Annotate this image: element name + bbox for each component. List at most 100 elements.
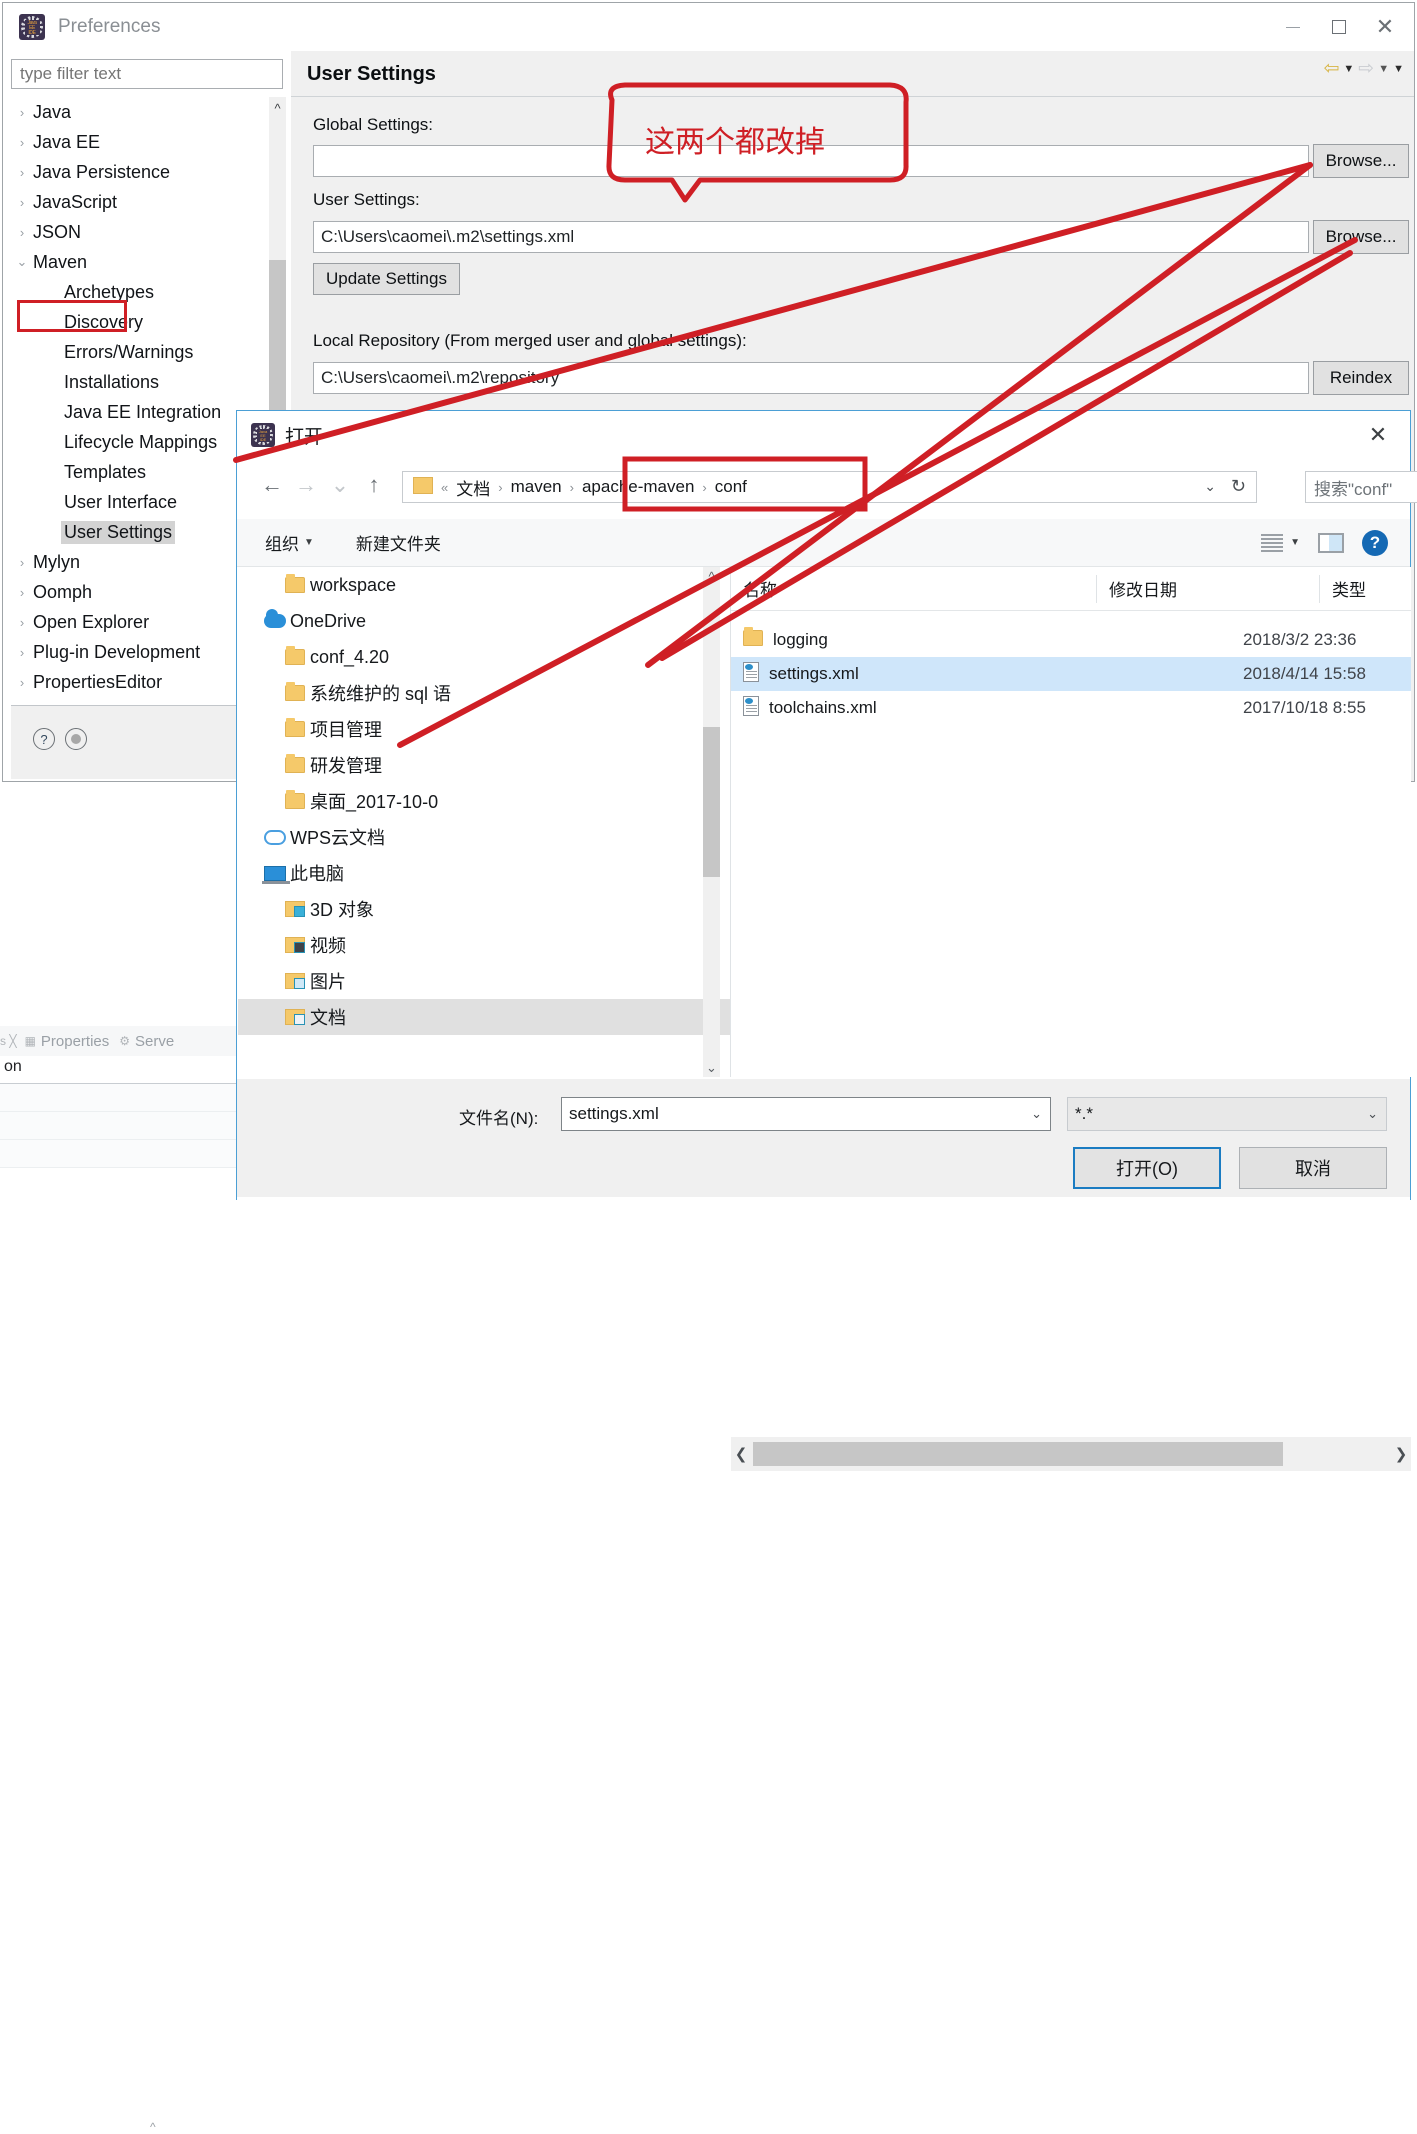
- file-name-cell[interactable]: logging: [743, 630, 828, 651]
- nav-item-onedrive[interactable]: OneDrive: [238, 603, 731, 639]
- nav-item-pictures[interactable]: 图片: [238, 963, 731, 999]
- help-icon[interactable]: ?: [1362, 530, 1388, 556]
- tab-servers[interactable]: ⚙ Serve: [117, 1033, 176, 1050]
- user-settings-input[interactable]: [313, 221, 1309, 253]
- table-row[interactable]: logging 2018/3/2 23:36 文件夹: [731, 623, 1411, 657]
- nav-item-videos[interactable]: 视频: [238, 927, 731, 963]
- window-controls[interactable]: ✕: [1270, 8, 1408, 46]
- breadcrumb-item-documents[interactable]: 文档: [450, 473, 496, 502]
- tree-item-discovery[interactable]: Discovery: [11, 307, 283, 337]
- column-header-modified[interactable]: 修改日期: [1097, 567, 1319, 610]
- tree-item-java-persistence[interactable]: ›Java Persistence: [11, 157, 283, 187]
- table-row[interactable]: settings.xml 2018/4/14 15:58 XML 文档: [731, 657, 1411, 691]
- reindex-button[interactable]: Reindex: [1313, 361, 1409, 395]
- scroll-left-icon[interactable]: ❮: [731, 1437, 751, 1471]
- back-dropdown-icon[interactable]: ▼: [1343, 63, 1354, 75]
- tree-item-java[interactable]: ›Java: [11, 97, 283, 127]
- local-repository-input[interactable]: [313, 362, 1309, 394]
- update-settings-button[interactable]: Update Settings: [313, 263, 460, 295]
- help-button[interactable]: ?: [33, 728, 55, 750]
- back-arrow-icon[interactable]: ⇦: [1323, 59, 1339, 78]
- breadcrumb-item-maven[interactable]: maven: [505, 475, 568, 499]
- close-button[interactable]: ✕: [1362, 8, 1408, 46]
- tree-item-errors-warnings[interactable]: Errors/Warnings: [11, 337, 283, 367]
- chevron-down-icon[interactable]: ⌄: [1367, 1106, 1378, 1122]
- refresh-icon[interactable]: ↻: [1231, 476, 1246, 497]
- nav-item-documents[interactable]: 文档: [238, 999, 731, 1035]
- tree-item-json[interactable]: ›JSON: [11, 217, 283, 247]
- nav-item-wps-cloud[interactable]: WPS云文档: [238, 819, 731, 855]
- forward-dropdown-icon[interactable]: ▼: [1378, 63, 1389, 75]
- eclipse-bottom-view-tabs[interactable]: s ╳ ▦ Properties ⚙ Serve: [0, 1026, 236, 1057]
- tab-close-icon[interactable]: s ╳: [0, 1034, 17, 1048]
- nav-item-project-management[interactable]: 项目管理: [238, 711, 731, 747]
- navpane-vertical-scrollbar[interactable]: ^ ⌄: [703, 567, 720, 1077]
- tree-item-java-ee[interactable]: ›Java EE: [11, 127, 283, 157]
- breadcrumb-item-conf[interactable]: conf: [709, 475, 753, 499]
- browse-global-button[interactable]: Browse...: [1313, 144, 1409, 178]
- nav-recent-button[interactable]: ⌄: [323, 468, 357, 502]
- cancel-button[interactable]: 取消: [1239, 1147, 1387, 1189]
- tab-properties[interactable]: ▦ Properties: [23, 1033, 112, 1050]
- wps-cloud-icon: [260, 830, 290, 845]
- dialog-close-button[interactable]: ✕: [1356, 419, 1400, 451]
- minimize-button[interactable]: [1270, 8, 1316, 46]
- file-name-cell[interactable]: settings.xml: [743, 662, 859, 687]
- scroll-up-icon[interactable]: ^: [703, 567, 720, 586]
- nav-item-this-pc[interactable]: 此电脑: [238, 855, 731, 891]
- apply-button[interactable]: [65, 728, 87, 750]
- address-dropdown-icon[interactable]: ⌄: [1204, 478, 1216, 495]
- dialog-navigation-pane[interactable]: workspace OneDrive conf_4.20 系统维护的 sql 语…: [238, 567, 731, 1077]
- breadcrumb-item-apache-maven[interactable]: apache-maven: [576, 475, 700, 499]
- file-list[interactable]: 名称 修改日期 类型 logging 2018/3/2 23:36 文件夹 se…: [731, 567, 1411, 1077]
- search-box[interactable]: 搜索"conf" ⚲: [1305, 471, 1417, 503]
- folder-icon: [743, 630, 763, 651]
- chevron-right-icon: ›: [496, 480, 504, 495]
- chevron-down-icon[interactable]: ⌄: [1031, 1106, 1042, 1122]
- tree-item-archetypes[interactable]: Archetypes: [11, 277, 283, 307]
- file-name-cell[interactable]: toolchains.xml: [743, 696, 877, 721]
- breadcrumb-overflow[interactable]: «: [439, 480, 450, 495]
- tree-item-installations[interactable]: Installations: [11, 367, 283, 397]
- page-nav-toolbar[interactable]: ⇦ ▼ ⇨ ▼ ▼: [1323, 59, 1404, 78]
- table-row[interactable]: toolchains.xml 2017/10/18 8:55 XML 文档: [731, 691, 1411, 725]
- nav-item-conf-4-20[interactable]: conf_4.20: [238, 639, 731, 675]
- view-tools[interactable]: ▼ ?: [1261, 530, 1388, 556]
- scrollbar-thumb[interactable]: [753, 1442, 1283, 1466]
- collapse-chevron-icon[interactable]: ^: [150, 2120, 156, 2134]
- view-layout-button[interactable]: ▼: [1261, 534, 1300, 552]
- file-list-horizontal-scrollbar[interactable]: ❮ ❯: [731, 1437, 1411, 1471]
- nav-up-button[interactable]: ↑: [357, 468, 391, 502]
- filter-input[interactable]: [11, 59, 283, 89]
- maximize-button[interactable]: [1316, 8, 1362, 46]
- global-settings-input[interactable]: [313, 145, 1309, 177]
- organize-menu-button[interactable]: 组织 ▼: [265, 530, 314, 555]
- nav-forward-button[interactable]: →: [289, 468, 323, 502]
- nav-back-button[interactable]: ←: [255, 468, 289, 502]
- nav-item-label: 文档: [310, 1004, 346, 1030]
- address-breadcrumb-bar[interactable]: « 文档 › maven › apache-maven › conf ⌄ ↻: [402, 471, 1257, 503]
- scroll-right-icon[interactable]: ❯: [1391, 1437, 1411, 1471]
- tree-item-label: Java Persistence: [33, 162, 170, 183]
- new-folder-button[interactable]: 新建文件夹: [356, 530, 441, 555]
- column-header-type[interactable]: 类型: [1320, 567, 1411, 610]
- nav-item-workspace[interactable]: workspace: [238, 567, 731, 603]
- forward-arrow-icon[interactable]: ⇨: [1358, 59, 1374, 78]
- tree-item-javascript[interactable]: ›JavaScript: [11, 187, 283, 217]
- search-input[interactable]: 搜索"conf": [1314, 475, 1392, 500]
- scroll-up-icon[interactable]: ^: [269, 97, 286, 119]
- scroll-down-icon[interactable]: ⌄: [703, 1058, 720, 1077]
- nav-item-desktop-2017[interactable]: 桌面_2017-10-0: [238, 783, 731, 819]
- nav-item-3d-objects[interactable]: 3D 对象: [238, 891, 731, 927]
- file-type-filter-select[interactable]: *.* ⌄: [1067, 1097, 1387, 1131]
- browse-user-button[interactable]: Browse...: [1313, 220, 1409, 254]
- preview-pane-icon[interactable]: [1318, 533, 1344, 553]
- column-header-name[interactable]: 名称: [731, 567, 1096, 610]
- nav-item-rd-management[interactable]: 研发管理: [238, 747, 731, 783]
- view-menu-icon[interactable]: ▼: [1393, 63, 1404, 75]
- open-button[interactable]: 打开(O): [1073, 1147, 1221, 1189]
- scrollbar-thumb[interactable]: [703, 727, 720, 877]
- filename-input[interactable]: settings.xml ⌄: [561, 1097, 1051, 1131]
- nav-item-sql[interactable]: 系统维护的 sql 语: [238, 675, 731, 711]
- tree-item-maven[interactable]: ⌄Maven: [11, 247, 283, 277]
